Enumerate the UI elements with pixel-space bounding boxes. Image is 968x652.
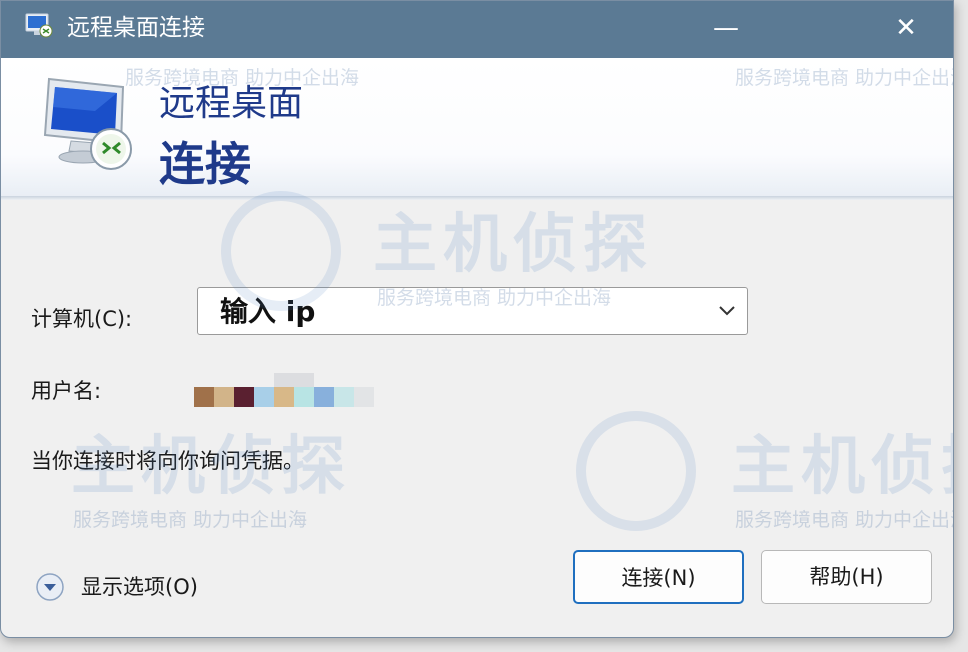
watermark-brand: 主机侦探	[373, 208, 653, 282]
connect-button[interactable]: 连接(N)	[573, 550, 744, 604]
watermark-globe-icon	[576, 411, 696, 531]
banner-header	[1, 58, 953, 196]
expand-circle-icon[interactable]	[35, 572, 65, 602]
help-button[interactable]: 帮助(H)	[761, 550, 932, 604]
credentials-info-text: 当你连接时将向你询问凭据。	[31, 449, 304, 473]
close-button[interactable]: ✕	[871, 1, 941, 58]
window-title: 远程桌面连接	[67, 15, 205, 41]
minimize-button[interactable]: —	[691, 1, 761, 58]
remote-desktop-icon	[25, 13, 53, 38]
banner-title-line1: 远程桌面	[159, 83, 304, 124]
username-value-redacted	[194, 373, 374, 409]
banner-divider	[1, 196, 953, 200]
rdp-window: 远程桌面连接 — ✕ 远程桌面 连接 计算机(C): 输入 ip 用户名: 当你…	[0, 0, 954, 638]
watermark-slogan: 服务跨境电商 助力中企出海	[735, 509, 954, 531]
title-bar[interactable]: 远程桌面连接 — ✕	[1, 1, 953, 58]
show-options-label[interactable]: 显示选项(O)	[81, 573, 198, 601]
computer-label: 计算机(C):	[31, 307, 133, 331]
username-label: 用户名:	[31, 379, 102, 403]
monitor-remote-icon	[43, 77, 132, 170]
watermark-globe-icon	[221, 191, 341, 311]
watermark-brand: 主机侦探	[731, 430, 953, 504]
chevron-down-icon[interactable]	[715, 298, 739, 322]
watermark-slogan: 服务跨境电商 助力中企出海	[73, 509, 308, 531]
banner-title-line2: 连接	[159, 137, 251, 191]
